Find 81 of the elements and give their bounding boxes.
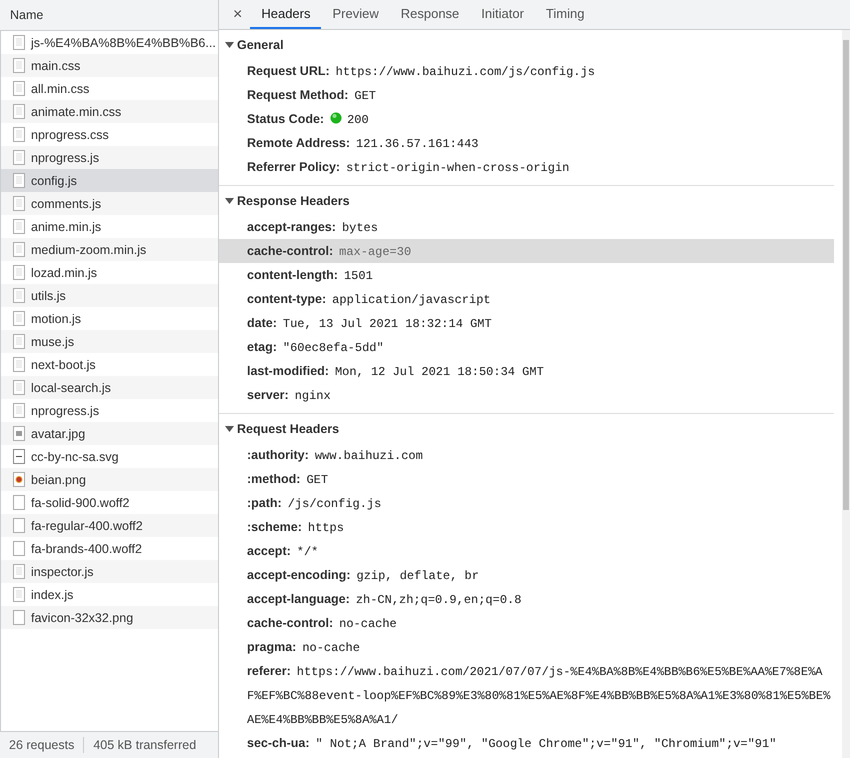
header-line: :scheme: https <box>246 519 345 537</box>
request-row[interactable]: animate.min.css <box>1 100 218 123</box>
header-line: sec-ch-ua: " Not;A Brand";v="99", "Google Chrome";v="91", "Chromium";v="91" <box>246 735 778 753</box>
section-title[interactable]: Request Headers <box>237 422 340 436</box>
header-line: etag: "60ec8efa-5dd" <box>246 339 385 357</box>
header-line: referer: https://www.baihuzi.com/2021/07/07/js-%E4%BA%8B%E4%BB%B6%E5%BE%AA%E7%8E%AF%EF%BC%88event-loop%EF%BC%89%E3%80%81%E5%AE%8F%E4%BB%BB%E5%8A%A1%E3%80%81%E5%BE%AE%E4%BB%BB%E5%8A%A1/ <box>246 663 832 729</box>
dash-file-icon <box>13 449 25 464</box>
request-row[interactable]: favicon-32x32.png <box>1 606 218 629</box>
request-count: 26 requests <box>8 738 76 752</box>
header-line: server: nginx <box>246 387 332 405</box>
header-line: :path: /js/config.js <box>246 495 382 513</box>
image-file-icon <box>13 426 25 441</box>
document-icon <box>13 127 25 142</box>
document-icon <box>13 173 25 188</box>
section-title[interactable]: Response Headers <box>237 194 350 208</box>
header-line: :method: GET <box>246 471 330 489</box>
document-icon <box>13 587 25 602</box>
request-row[interactable]: local-search.js <box>1 376 218 399</box>
header-line: last-modified: Mon, 12 Jul 2021 18:50:34 GMT <box>246 363 545 381</box>
blank-file-icon <box>13 610 25 625</box>
dot-file-icon <box>13 472 25 487</box>
document-icon <box>13 403 25 418</box>
document-icon <box>13 104 25 119</box>
close-button[interactable]: × <box>225 0 250 29</box>
header-line: date: Tue, 13 Jul 2021 18:32:14 GMT <box>246 315 493 333</box>
header-line: accept: */* <box>246 543 320 561</box>
header-line: content-length: 1501 <box>246 267 374 285</box>
document-icon <box>13 334 25 349</box>
expanded-triangle-icon[interactable] <box>225 196 234 204</box>
document-icon <box>13 311 25 326</box>
request-row[interactable]: fa-regular-400.woff2 <box>1 514 218 537</box>
document-icon <box>13 564 25 579</box>
header-name: Status Code: <box>247 112 324 126</box>
document-icon <box>13 242 25 257</box>
header-line: accept-encoding: gzip, deflate, br <box>246 567 480 585</box>
document-icon <box>13 58 25 73</box>
expanded-triangle-icon[interactable] <box>225 40 234 48</box>
name-column-header[interactable]: Name <box>0 0 218 31</box>
document-icon <box>13 219 25 234</box>
document-icon <box>13 380 25 395</box>
request-row[interactable]: muse.js <box>1 330 218 353</box>
request-row[interactable]: config.js <box>1 169 218 192</box>
header-line: Remote Address: 121.36.57.161:443 <box>246 135 480 153</box>
document-icon <box>13 81 25 96</box>
header-line: accept-language: zh-CN,zh;q=0.9,en;q=0.8 <box>246 591 522 609</box>
blank-file-icon <box>13 495 25 510</box>
request-row[interactable]: utils.js <box>1 284 218 307</box>
header-line: Request Method: GET <box>246 87 377 105</box>
expanded-triangle-icon[interactable] <box>225 424 234 432</box>
document-icon <box>13 196 25 211</box>
request-row[interactable]: main.css <box>1 54 218 77</box>
blank-file-icon <box>13 541 25 556</box>
status-dot-icon <box>330 112 342 124</box>
header-line: Request URL: https://www.baihuzi.com/js/config.js <box>246 63 596 81</box>
header-line: :authority: www.baihuzi.com <box>246 447 424 465</box>
scrollbar[interactable] <box>842 30 850 758</box>
header-line: accept-ranges: bytes <box>246 219 379 237</box>
request-row[interactable]: medium-zoom.min.js <box>1 238 218 261</box>
header-value: 200 <box>347 113 369 127</box>
blank-file-icon <box>13 518 25 533</box>
request-row[interactable]: avatar.jpg <box>1 422 218 445</box>
request-row[interactable]: inspector.js <box>1 560 218 583</box>
tab[interactable]: Timing <box>534 0 596 29</box>
request-row[interactable]: comments.js <box>1 192 218 215</box>
section-title[interactable]: General <box>237 38 284 52</box>
request-row[interactable]: nprogress.js <box>1 146 218 169</box>
document-icon <box>13 288 25 303</box>
header-line: Referrer Policy: strict-origin-when-cross-origin <box>246 159 570 177</box>
document-icon <box>13 150 25 165</box>
tab[interactable]: Preview <box>321 0 390 29</box>
header-line: pragma: no-cache <box>246 639 361 657</box>
request-row[interactable]: beian.png <box>1 468 218 491</box>
transferred-size: 405 kB transferred <box>92 738 198 752</box>
tab[interactable]: Response <box>390 0 470 29</box>
tab[interactable]: Initiator <box>470 0 535 29</box>
header-line: content-type: application/javascript <box>246 291 492 309</box>
document-icon <box>13 357 25 372</box>
tab[interactable]: Headers <box>250 0 322 29</box>
header-line: cache-control: no-cache <box>246 615 398 633</box>
document-icon <box>13 35 25 50</box>
document-icon <box>13 265 25 280</box>
